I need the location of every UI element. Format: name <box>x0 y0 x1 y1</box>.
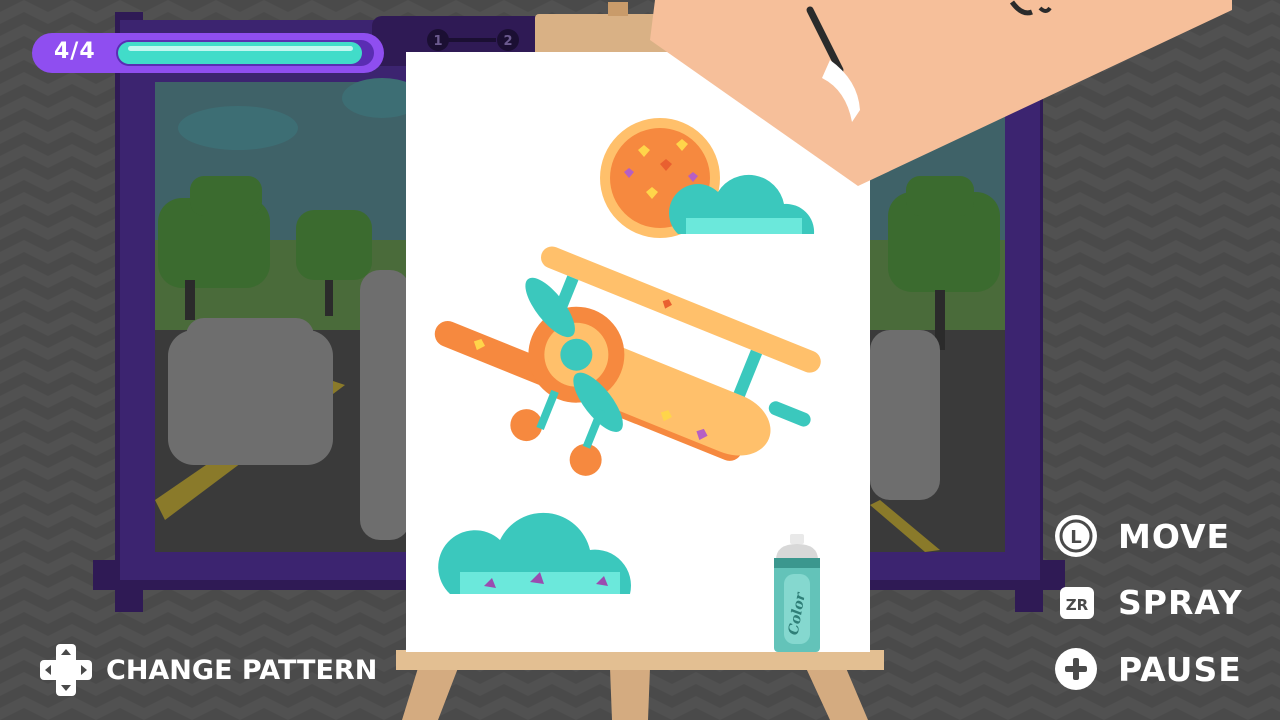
change-pattern-label: CHANGE PATTERN <box>106 654 378 686</box>
change-pattern-control[interactable]: CHANGE PATTERN <box>40 644 377 696</box>
plus-button-icon <box>1055 648 1097 690</box>
spray-control[interactable]: ZR SPRAY <box>1060 583 1243 622</box>
move-control[interactable]: L MOVE <box>1054 514 1230 558</box>
move-label: MOVE <box>1118 516 1231 556</box>
spray-label: SPRAY <box>1118 583 1243 622</box>
progress-track <box>116 40 374 66</box>
zr-glyph: ZR <box>1066 596 1089 614</box>
progress-label: 4/4 <box>54 39 96 64</box>
pause-control[interactable]: PAUSE <box>1054 647 1242 691</box>
l-stick-icon: L <box>1055 515 1097 557</box>
progress-bar: 4/4 <box>32 33 384 73</box>
pause-label: PAUSE <box>1118 649 1242 689</box>
dpad-icon <box>40 644 92 696</box>
progress-shine <box>128 46 353 51</box>
l-stick-glyph: L <box>1070 527 1081 548</box>
zr-button-icon: ZR <box>1060 586 1094 619</box>
